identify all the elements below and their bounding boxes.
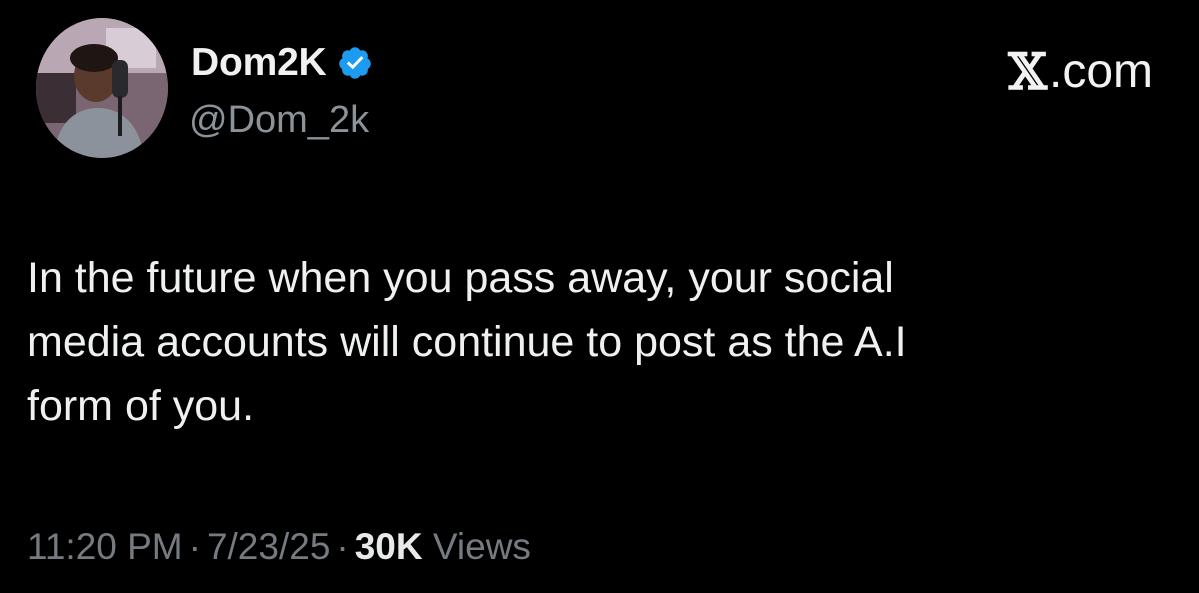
meta-separator: ·: [188, 526, 201, 567]
brand-text: .com: [1048, 45, 1153, 98]
author-handle[interactable]: @Dom_2k: [189, 99, 369, 142]
meta-separator: ·: [336, 526, 349, 567]
author-display-name[interactable]: Dom2K: [191, 41, 327, 85]
brand-watermark: 𝕏 .com: [1008, 42, 1153, 101]
avatar[interactable]: [36, 18, 168, 158]
tweet-text-line: In the future when you pass away, your s…: [27, 254, 894, 302]
tweet-meta: 11:20 PM · 7/23/25 · 30K Views: [27, 526, 531, 568]
views-count[interactable]: 30K: [355, 526, 423, 567]
views-label: Views: [432, 526, 531, 567]
tweet-time[interactable]: 11:20 PM: [27, 526, 183, 567]
tweet-date[interactable]: 7/23/25: [207, 526, 330, 567]
author-name-row: Dom2K: [191, 40, 373, 86]
avatar-image: [36, 18, 168, 158]
verified-badge-icon: [337, 45, 373, 81]
tweet-card: Dom2K @Dom_2k 𝕏 .com In the future when …: [0, 0, 1199, 593]
x-logo-icon: 𝕏: [1008, 42, 1047, 101]
tweet-text: In the future when you pass away, your s…: [27, 246, 1177, 438]
tweet-text-line: media accounts will continue to post as …: [27, 318, 907, 366]
tweet-text-line: form of you.: [27, 382, 255, 430]
